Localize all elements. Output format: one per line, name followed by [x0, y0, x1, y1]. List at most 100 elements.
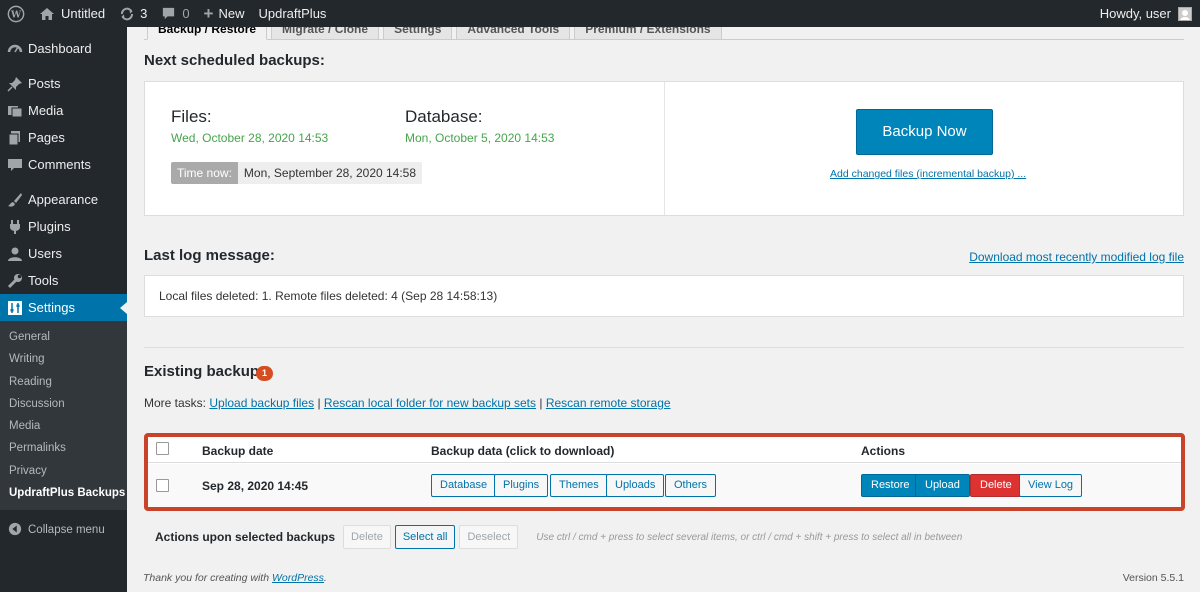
last-log-heading: Last log message: — [144, 247, 275, 264]
last-log-message: Local files deleted: 1. Remote files del… — [159, 289, 498, 303]
submenu-item-media[interactable]: Media — [0, 415, 127, 437]
sidebar-item-appearance[interactable]: Appearance — [0, 186, 127, 213]
submenu-item-updraftplus-backups[interactable]: UpdraftPlus Backups — [0, 482, 127, 504]
restore-button[interactable]: Restore — [861, 474, 920, 497]
submenu-item-permalinks[interactable]: Permalinks — [0, 437, 127, 459]
upload-button[interactable]: Upload — [915, 474, 970, 497]
column-header-actions: Actions — [861, 444, 906, 458]
comment-icon — [163, 7, 175, 20]
time-now-label: Time now: — [171, 162, 238, 184]
tab-advanced-tools[interactable]: Advanced Tools — [456, 27, 571, 40]
sidebar-item-label: Settings — [28, 300, 75, 315]
dashboard-icon — [7, 41, 23, 57]
database-next-date: Mon, October 5, 2020 14:53 — [405, 131, 555, 145]
upload-backup-files-link[interactable]: Upload backup files — [209, 396, 314, 410]
comments-link[interactable]: 0 — [154, 0, 196, 27]
tab-migrate-clone[interactable]: Migrate / Clone — [271, 27, 380, 40]
more-tasks-label: More tasks: — [144, 396, 207, 410]
separator: | — [317, 396, 321, 410]
media-icon — [7, 103, 23, 119]
download-log-link[interactable]: Download most recently modified log file — [969, 250, 1184, 264]
wordpress-link[interactable]: WordPress — [272, 572, 324, 584]
sidebar-item-label: Plugins — [28, 219, 71, 234]
sidebar-item-label: Posts — [28, 76, 61, 91]
sidebar-item-comments[interactable]: Comments — [0, 151, 127, 178]
download-plugins-button[interactable]: Plugins — [494, 474, 549, 497]
sidebar-item-tools[interactable]: Tools — [0, 267, 127, 294]
table-row[interactable]: Sep 28, 2020 14:45 Database Plugins Them… — [148, 464, 1181, 507]
my-account-menu[interactable]: Howdy, user — [1100, 6, 1200, 21]
settings-submenu: General Writing Reading Discussion Media… — [0, 321, 127, 511]
bulk-actions-row: Actions upon selected backups Delete Sel… — [155, 525, 962, 549]
view-log-button[interactable]: View Log — [1019, 474, 1083, 497]
admin-sidebar: Dashboard Posts Media Pages Comments App… — [0, 27, 127, 592]
sidebar-item-label: Dashboard — [28, 41, 92, 56]
plus-icon: + — [203, 3, 214, 23]
backup-count-badge: 1 — [256, 366, 273, 381]
download-database-button[interactable]: Database — [431, 474, 497, 497]
collapse-icon — [7, 522, 23, 538]
wordpress-logo-menu[interactable]: W — [0, 0, 32, 27]
settings-icon — [7, 300, 23, 316]
sidebar-item-dashboard[interactable]: Dashboard — [0, 35, 127, 62]
howdy-text: Howdy, user — [1099, 6, 1171, 21]
updates-link[interactable]: 3 — [112, 0, 154, 27]
sidebar-item-label: Appearance — [28, 192, 99, 207]
download-others-button[interactable]: Others — [665, 474, 717, 497]
submenu-item-writing[interactable]: Writing — [0, 348, 127, 370]
deselect-button[interactable]: Deselect — [459, 525, 519, 549]
select-all-button[interactable]: Select all — [394, 525, 456, 549]
main-content: Backup / Restore Migrate / Clone Setting… — [127, 27, 1200, 592]
sidebar-item-media[interactable]: Media — [0, 97, 127, 124]
download-themes-button[interactable]: Themes — [550, 474, 608, 497]
site-name: Untitled — [61, 6, 106, 21]
sidebar-item-users[interactable]: Users — [0, 240, 127, 267]
submenu-item-reading[interactable]: Reading — [0, 371, 127, 393]
backup-now-button[interactable]: Backup Now — [856, 109, 993, 155]
sidebar-item-pages[interactable]: Pages — [0, 124, 127, 151]
row-checkbox[interactable] — [156, 479, 169, 492]
submenu-item-privacy[interactable]: Privacy — [0, 460, 127, 482]
tab-backup-restore[interactable]: Backup / Restore — [147, 27, 268, 40]
home-icon — [40, 7, 54, 20]
scheduled-backups-box: Files: Wed, October 28, 2020 14:53 Datab… — [144, 81, 1184, 216]
collapse-menu-button[interactable]: Collapse menu — [0, 516, 127, 543]
footer-version: Version 5.5.1 — [1122, 572, 1184, 584]
selection-hint: Use ctrl / cmd + press to select several… — [536, 531, 963, 543]
separator: | — [539, 396, 543, 410]
submenu-item-discussion[interactable]: Discussion — [0, 393, 127, 415]
sidebar-item-posts[interactable]: Posts — [0, 70, 127, 97]
submenu-item-general[interactable]: General — [0, 326, 127, 348]
footer-thanks-suffix: . — [323, 572, 327, 584]
rescan-local-folder-link[interactable]: Rescan local folder for new backup sets — [324, 396, 536, 410]
table-header-row: Backup date Backup data (click to downlo… — [148, 437, 1181, 463]
updates-icon — [121, 7, 134, 20]
tab-premium-extensions[interactable]: Premium / Extensions — [574, 27, 722, 40]
delete-button[interactable]: Delete — [970, 474, 1022, 497]
schedule-info-panel: Files: Wed, October 28, 2020 14:53 Datab… — [145, 82, 665, 215]
download-uploads-button[interactable]: Uploads — [606, 474, 665, 497]
time-now-badge: Time now: Mon, September 28, 2020 14:58 — [171, 162, 423, 184]
updraftplus-menu[interactable]: UpdraftPlus — [252, 0, 334, 27]
tab-settings[interactable]: Settings — [383, 27, 453, 40]
sidebar-item-label: Media — [28, 103, 64, 118]
wordpress-logo-icon: W — [7, 5, 25, 22]
rescan-remote-storage-link[interactable]: Rescan remote storage — [546, 396, 671, 410]
new-content-link[interactable]: + New — [197, 0, 252, 27]
footer-thanks-prefix: Thank you for creating with — [143, 572, 270, 584]
avatar — [1178, 6, 1192, 21]
new-label: New — [218, 6, 245, 21]
bulk-delete-button[interactable]: Delete — [343, 525, 391, 549]
sidebar-item-label: Comments — [28, 157, 91, 172]
bulk-actions-label: Actions upon selected backups — [155, 530, 336, 544]
pin-icon — [7, 76, 23, 92]
sidebar-item-plugins[interactable]: Plugins — [0, 213, 127, 240]
updraftplus-label: UpdraftPlus — [258, 6, 327, 21]
section-divider — [144, 347, 1184, 348]
sidebar-item-settings[interactable]: Settings — [0, 294, 127, 321]
select-all-checkbox[interactable] — [156, 442, 169, 455]
site-name-link[interactable]: Untitled — [32, 0, 112, 27]
files-next-date: Wed, October 28, 2020 14:53 — [171, 131, 329, 145]
pages-icon — [7, 130, 23, 146]
incremental-backup-link[interactable]: Add changed files (incremental backup) .… — [830, 168, 1026, 180]
